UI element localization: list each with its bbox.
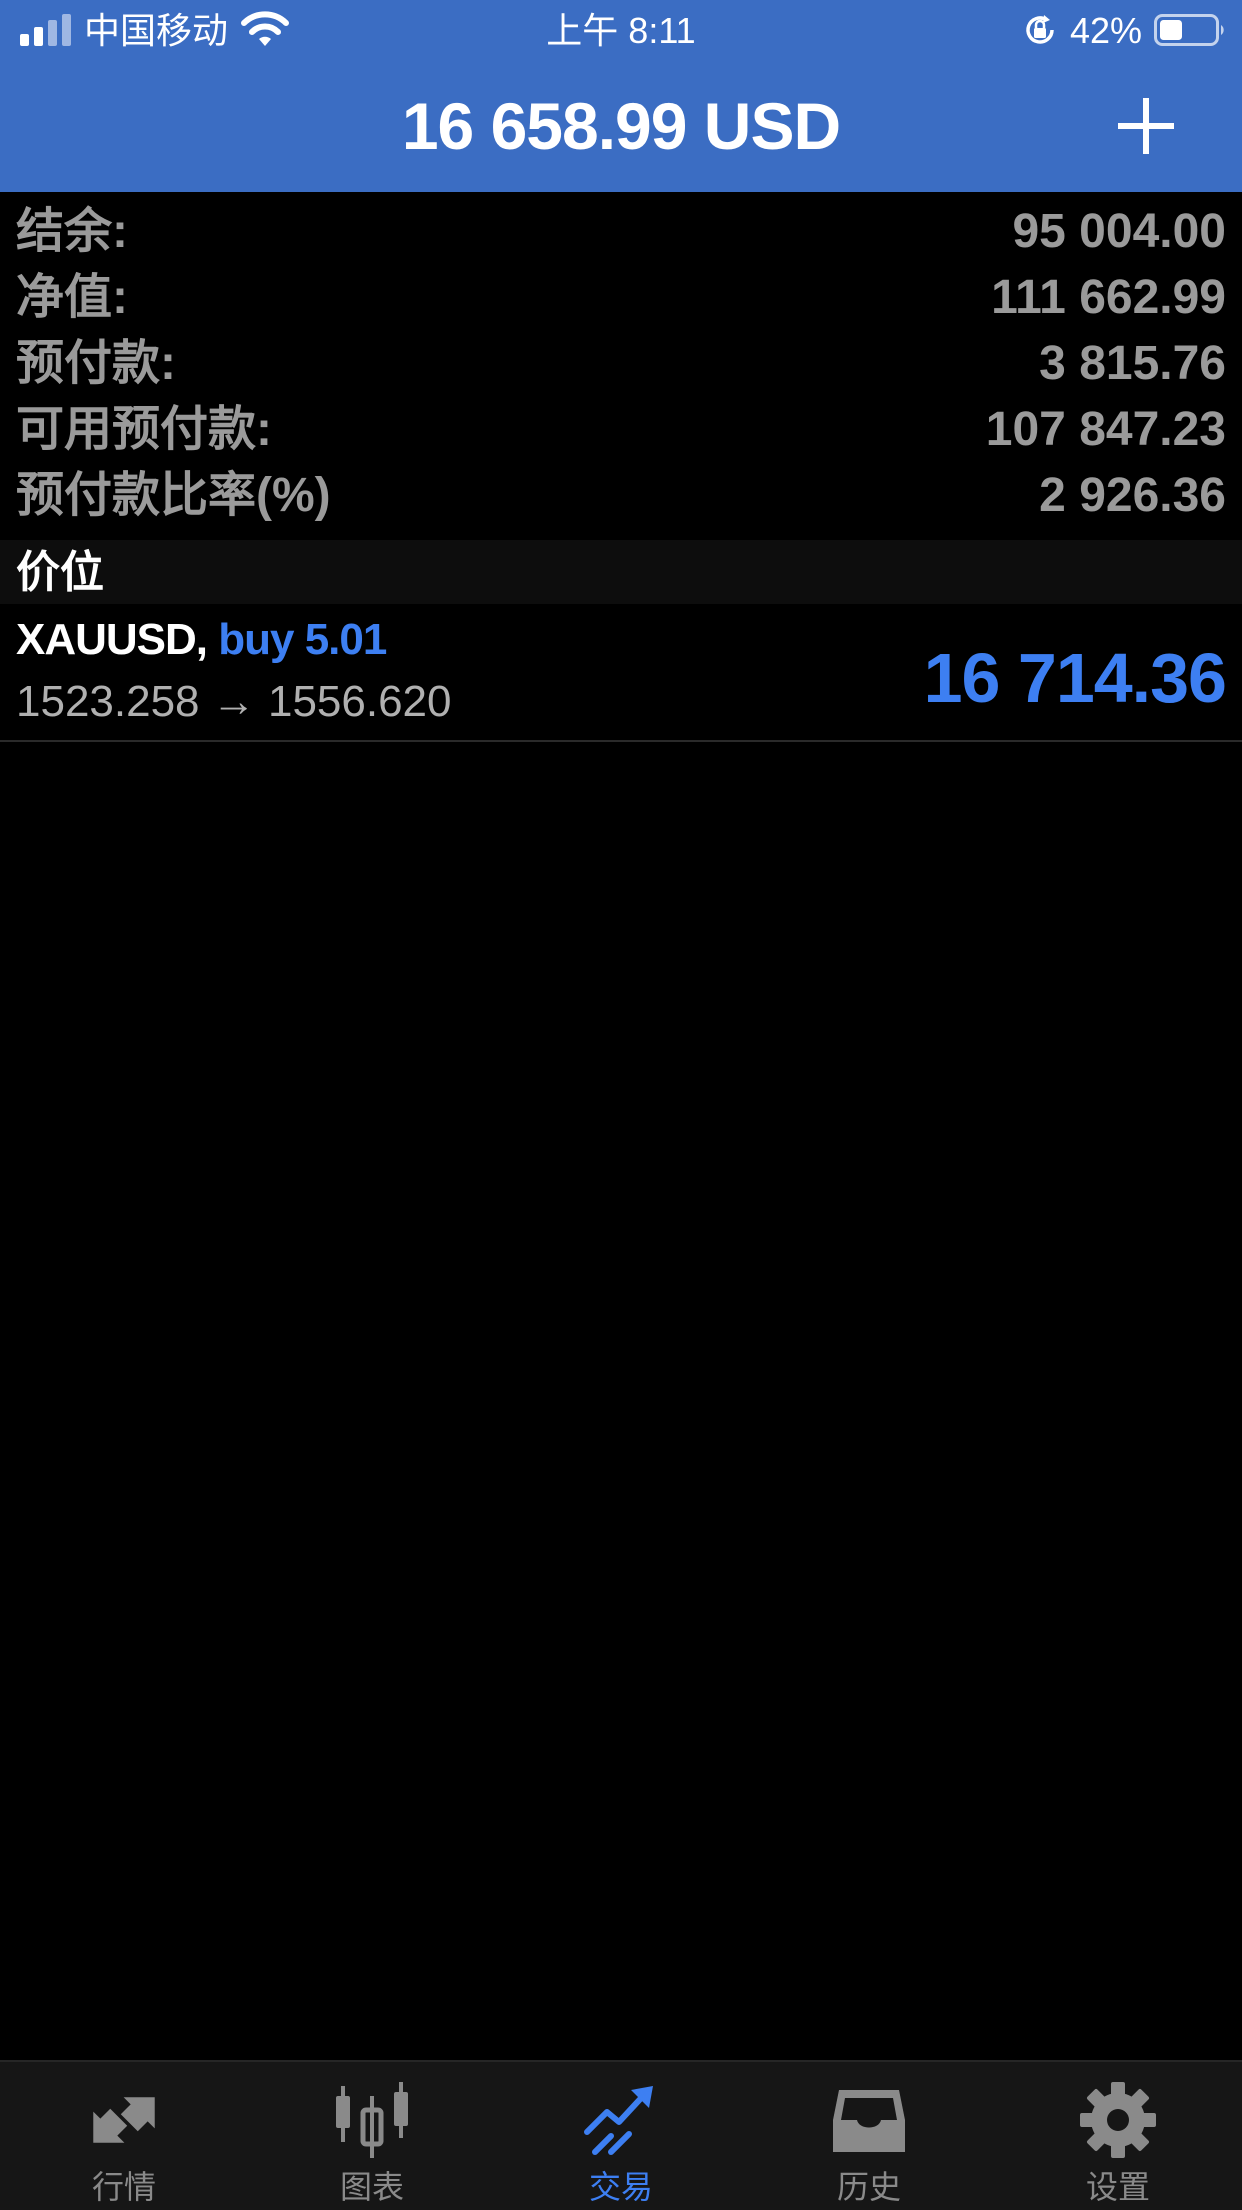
history-inbox-icon [833,2090,905,2152]
margin-label: 预付款: [16,337,176,390]
account-profit-title: 16 658.99 USD [401,89,841,163]
battery-percent: 42% [1070,10,1143,51]
top-bar: 中国移动 上午 8:11 42% 16 658.99 USD [0,0,1242,192]
balance-label: 结余: [16,205,128,258]
account-summary: 结余: 95 004.00 净值: 111 662.99 预付款: 3 815.… [0,198,1242,528]
margin-level-label: 预付款比率(%) [16,469,331,522]
balance-row: 结余: 95 004.00 [0,198,1242,264]
status-bar: 中国移动 上午 8:11 42% [0,0,1242,62]
plus-icon[interactable] [1116,96,1176,156]
position-side-volume: buy 5.01 [218,615,387,664]
tab-history[interactable]: 历史 [745,2062,993,2210]
tab-bar: 行情 图表 交易 历史 设置 [0,2060,1242,2210]
free-margin-value: 107 847.23 [985,403,1226,456]
positions-section-title: 价位 [16,548,104,597]
trade-trend-icon [584,2086,653,2155]
tab-quotes-label: 行情 [91,2169,156,2205]
position-row[interactable]: XAUUSD, buy 5.01 1523.258 → 1556.620 16 … [0,606,1242,742]
tab-settings[interactable]: 设置 [994,2062,1242,2210]
margin-value: 3 815.76 [1039,337,1226,390]
free-margin-row: 可用预付款: 107 847.23 [0,396,1242,462]
tab-charts[interactable]: 图表 [248,2062,496,2210]
position-prices: 1523.258 → 1556.620 [16,677,452,726]
tab-quotes[interactable]: 行情 [0,2062,248,2210]
candlestick-chart-icon [336,2082,408,2158]
margin-level-value: 2 926.36 [1039,469,1226,522]
gear-icon [1080,2082,1156,2158]
rotation-lock-icon [1026,15,1054,44]
equity-row: 净值: 111 662.99 [0,264,1242,330]
margin-level-row: 预付款比率(%) 2 926.36 [0,462,1242,528]
positions-section-header: 价位 [0,540,1242,604]
tab-settings-label: 设置 [1085,2169,1150,2205]
free-margin-label: 可用预付款: [16,403,272,456]
balance-value: 95 004.00 [1012,205,1226,258]
equity-label: 净值: [16,271,128,324]
tab-trade-label: 交易 [588,2169,653,2205]
tab-trade[interactable]: 交易 [497,2062,745,2210]
equity-value: 111 662.99 [991,271,1226,324]
tab-history-label: 历史 [836,2169,901,2205]
position-profit: 16 714.36 [923,639,1227,717]
position-symbol: XAUUSD, [16,615,208,664]
quotes-arrows-icon [93,2097,155,2143]
position-symbol-line: XAUUSD, buy 5.01 [16,612,387,668]
battery-icon [1154,14,1224,46]
tab-charts-label: 图表 [339,2169,404,2205]
margin-row: 预付款: 3 815.76 [0,330,1242,396]
